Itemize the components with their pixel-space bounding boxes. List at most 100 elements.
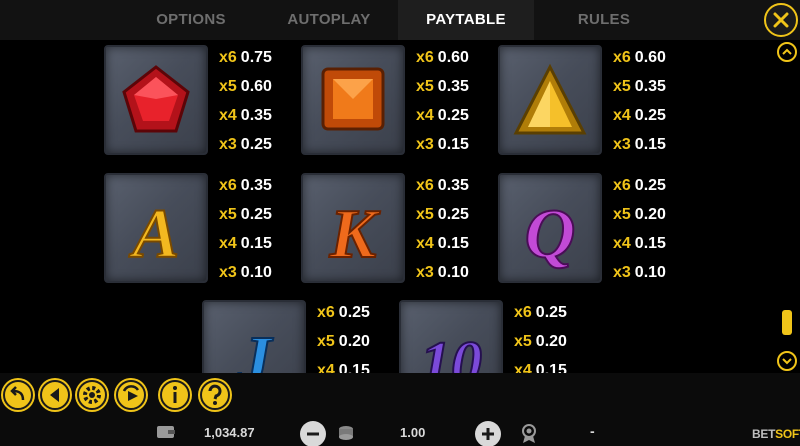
paytable-letter-k: x6 0.35 x5 0.25 x4 0.15 x3 0.10 (416, 171, 508, 287)
payout: 0.25 (240, 206, 272, 223)
multiplier: x5 (219, 206, 237, 223)
tab-autoplay[interactable]: AUTOPLAY (270, 0, 388, 40)
pay-row: x6 0.75 (219, 43, 311, 72)
bottom-control-bar: 1,034.87 1.00 - BETSOFT (0, 373, 800, 446)
pay-row: x4 0.15 (219, 229, 311, 258)
pay-row: x5 0.20 (317, 327, 409, 356)
award-icon (522, 424, 536, 443)
payout: 0.60 (634, 49, 666, 66)
payout: 0.20 (535, 333, 567, 350)
bet-decrease-button[interactable] (300, 421, 326, 446)
multiplier: x5 (416, 206, 434, 223)
letter-j-icon: J (235, 322, 275, 373)
brand-text-b: SOFT (775, 427, 800, 441)
payout: 0.20 (338, 333, 370, 350)
multiplier: x6 (416, 49, 434, 66)
multiplier: x5 (317, 333, 335, 350)
pay-row: x3 0.10 (613, 258, 705, 287)
symbol-number-10: 10 (399, 300, 503, 373)
payout: 0.25 (437, 107, 469, 124)
payout: 0.15 (634, 235, 666, 252)
scroll-track[interactable] (786, 66, 788, 348)
scroll-thumb[interactable] (782, 310, 792, 335)
help-button[interactable] (198, 378, 232, 412)
multiplier: x4 (219, 107, 237, 124)
payout: 0.15 (338, 362, 370, 373)
payout: 0.20 (634, 206, 666, 223)
balance-value: 1,034.87 (204, 425, 255, 440)
payout: 0.25 (437, 206, 469, 223)
payout: 0.15 (240, 235, 272, 252)
symbol-orange-gem (301, 45, 405, 155)
previous-button[interactable] (38, 378, 72, 412)
symbol-yellow-gem (498, 45, 602, 155)
multiplier: x5 (514, 333, 532, 350)
symbol-red-gem (104, 45, 208, 155)
payout: 0.75 (240, 49, 272, 66)
payout: 0.15 (535, 362, 567, 373)
close-button[interactable] (764, 3, 798, 37)
autoplay-button[interactable] (114, 378, 148, 412)
svg-text:J: J (236, 323, 274, 373)
paytable-letter-j: x6 0.25 x5 0.20 x4 0.15 (317, 298, 409, 373)
bet-value: 1.00 (400, 425, 426, 440)
pay-row: x4 0.15 (416, 229, 508, 258)
scroll-down-button[interactable] (777, 351, 797, 371)
close-icon (773, 12, 789, 28)
payout: 0.15 (437, 235, 469, 252)
pay-row: x3 0.25 (219, 130, 311, 159)
back-icon (3, 380, 33, 410)
multiplier: x3 (219, 264, 237, 281)
bet-increase-button[interactable] (475, 421, 501, 446)
multiplier: x6 (613, 49, 631, 66)
orange-gem-icon (321, 67, 385, 131)
paytable-orange-gem: x6 0.60 x5 0.35 x4 0.25 x3 0.15 (416, 43, 508, 159)
back-button[interactable] (1, 378, 35, 412)
multiplier: x6 (317, 304, 335, 321)
pay-row: x3 0.15 (416, 130, 508, 159)
multiplier: x5 (613, 206, 631, 223)
letter-k-icon: K (328, 195, 382, 274)
paytable-letter-a: x6 0.35 x5 0.25 x4 0.15 x3 0.10 (219, 171, 311, 287)
paytable-panel: x6 0.75 x5 0.60 x4 0.35 x3 0.25 x6 0.60 x5 0.3… (0, 40, 800, 373)
multiplier: x6 (613, 177, 631, 194)
settings-icon (77, 380, 107, 410)
multiplier: x3 (613, 136, 631, 153)
pay-row: x4 0.15 (514, 356, 606, 373)
payout: 0.25 (338, 304, 370, 321)
tab-options[interactable]: OPTIONS (140, 0, 242, 40)
pay-row: x6 0.35 (219, 171, 311, 200)
wallet-icon (157, 426, 175, 438)
info-button[interactable] (158, 378, 192, 412)
symbol-letter-j: J (202, 300, 306, 373)
pay-row: x5 0.35 (613, 72, 705, 101)
pay-row: x5 0.25 (416, 200, 508, 229)
tab-rules[interactable]: RULES (560, 0, 648, 40)
scroll-up-button[interactable] (777, 42, 797, 62)
number-10-icon: 10 (419, 329, 483, 373)
payout: 0.10 (634, 264, 666, 281)
multiplier: x4 (317, 362, 335, 373)
pay-row: x5 0.20 (613, 200, 705, 229)
pay-row: x5 0.35 (416, 72, 508, 101)
pay-row: x6 0.35 (416, 171, 508, 200)
paytable-number-10: x6 0.25 x5 0.20 x4 0.15 (514, 298, 606, 373)
pay-row: x6 0.25 (514, 298, 606, 327)
pay-row: x6 0.60 (613, 43, 705, 72)
tab-paytable[interactable]: PAYTABLE (398, 0, 534, 40)
symbol-letter-a: A (104, 173, 208, 283)
settings-button[interactable] (75, 378, 109, 412)
autoplay-icon (116, 380, 146, 410)
multiplier: x4 (514, 362, 532, 373)
info-icon (160, 380, 190, 410)
pay-row: x5 0.25 (219, 200, 311, 229)
multiplier: x6 (219, 49, 237, 66)
payout: 0.60 (437, 49, 469, 66)
payout: 0.60 (240, 78, 272, 95)
paytable-yellow-gem: x6 0.60 x5 0.35 x4 0.25 x3 0.15 (613, 43, 705, 159)
chevron-up-icon (782, 48, 792, 55)
multiplier: x3 (416, 136, 434, 153)
multiplier: x4 (416, 235, 434, 252)
payout: 0.35 (437, 177, 469, 194)
payout: 0.35 (240, 177, 272, 194)
